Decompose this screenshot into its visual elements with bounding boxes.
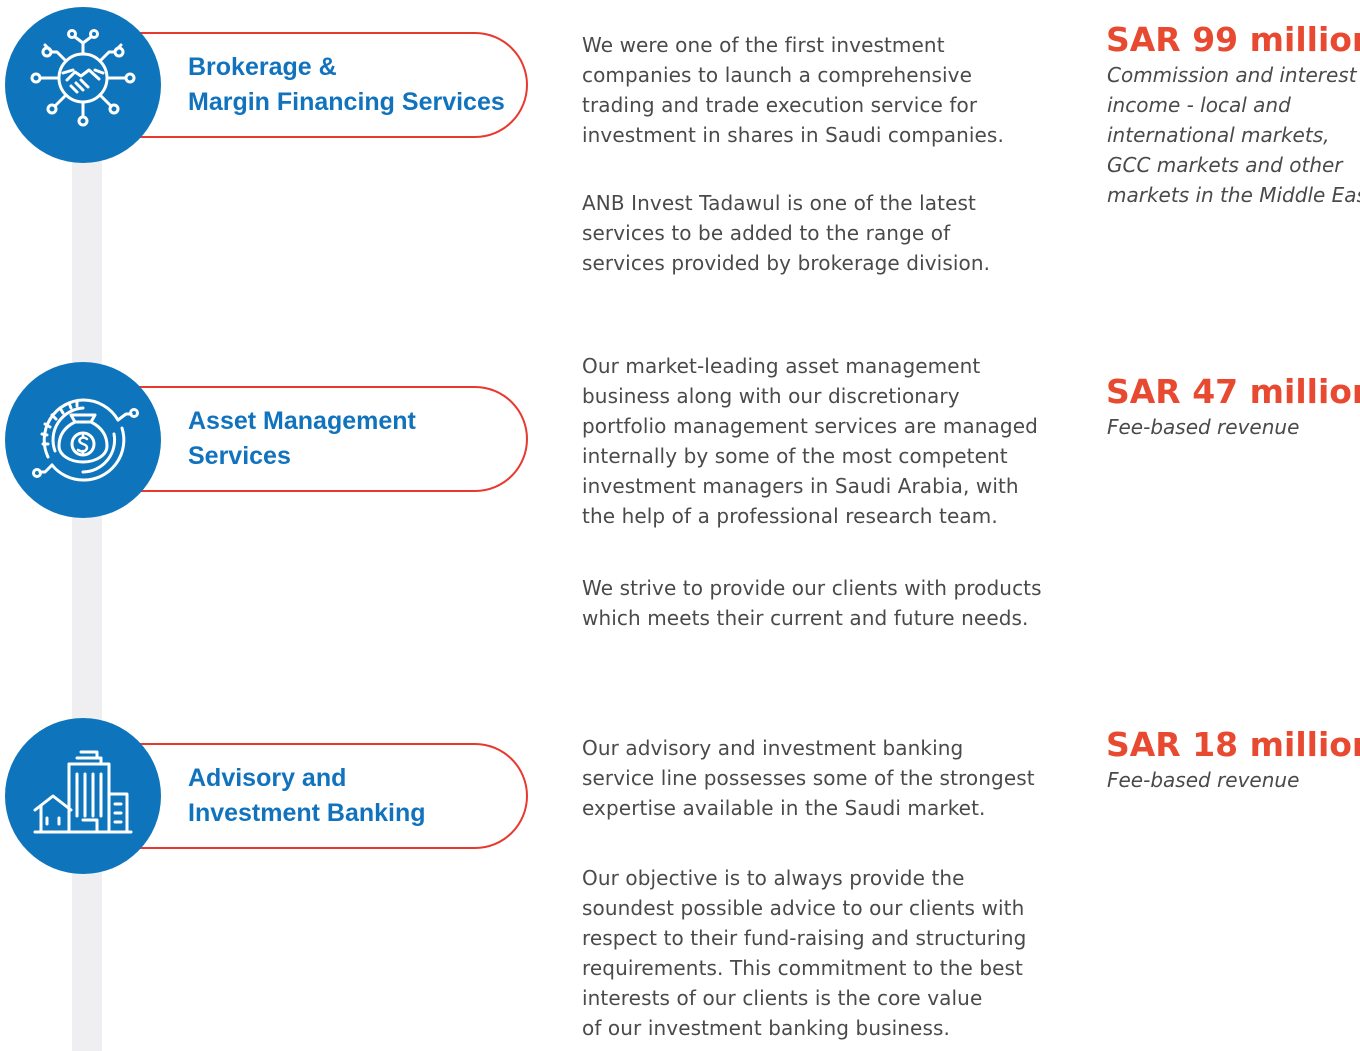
timeline-bar xyxy=(72,140,102,1051)
service-description: We strive to provide our clients with pr… xyxy=(582,573,1102,633)
text-line: investment in shares in Saudi companies. xyxy=(582,123,1004,147)
text-line: requirements. This commitment to the bes… xyxy=(582,956,1024,980)
stat-label-line: international markets, xyxy=(1107,123,1330,147)
text-line: investment managers in Saudi Arabia, wit… xyxy=(582,474,1019,498)
service-title-line: Investment Banking xyxy=(188,799,426,827)
service-icon-circle xyxy=(5,718,161,874)
service-description: Our advisory and investment banking serv… xyxy=(582,733,1102,823)
text-line: business along with our discretionary xyxy=(582,384,960,408)
text-line: the help of a professional research team… xyxy=(582,504,998,528)
text-line: trading and trade execution service for xyxy=(582,93,978,117)
service-title: Asset Management Services xyxy=(188,404,518,474)
stat-label-line: markets in the Middle East xyxy=(1107,183,1360,207)
text-line: Our advisory and investment banking xyxy=(582,736,964,760)
service-icon-circle xyxy=(5,7,161,163)
service-title: Advisory and Investment Banking xyxy=(188,761,518,831)
stat-value: SAR 99 million xyxy=(1106,20,1360,59)
text-line: companies to launch a comprehensive xyxy=(582,63,972,87)
text-line: expertise available in the Saudi market. xyxy=(582,796,986,820)
text-line: Our objective is to always provide the xyxy=(582,866,965,890)
stat-value: SAR 47 million xyxy=(1106,372,1360,411)
stat-value: SAR 18 million xyxy=(1106,725,1360,764)
service-description: Our objective is to always provide the s… xyxy=(582,863,1102,1043)
service-description: ANB Invest Tadawul is one of the latest … xyxy=(582,188,1102,278)
service-title-line: Asset Management xyxy=(188,407,416,435)
service-title-line: Services xyxy=(188,442,291,470)
service-description: Our market-leading asset management busi… xyxy=(582,351,1102,531)
service-title-line: Brokerage & xyxy=(188,53,337,81)
stat-label-line: income - local and xyxy=(1107,93,1291,117)
text-line: ANB Invest Tadawul is one of the latest xyxy=(582,191,976,215)
stat-label-line: Fee-based revenue xyxy=(1107,415,1300,439)
text-line: services provided by brokerage division. xyxy=(582,251,991,275)
text-line: of our investment banking business. xyxy=(582,1016,950,1040)
text-line: respect to their fund-raising and struct… xyxy=(582,926,1027,950)
text-line: which meets their current and future nee… xyxy=(582,606,1029,630)
text-line: We strive to provide our clients with pr… xyxy=(582,576,1042,600)
text-line: internally by some of the most competent xyxy=(582,444,1008,468)
text-line: portfolio management services are manage… xyxy=(582,414,1038,438)
stat-label-line: Commission and interest xyxy=(1107,63,1357,87)
stat-label: Fee-based revenue xyxy=(1107,412,1299,442)
service-description: We were one of the first investment comp… xyxy=(582,30,1102,150)
money-bag-gauge-icon xyxy=(32,398,139,482)
stat-label: Fee-based revenue xyxy=(1107,765,1299,795)
stat-label: Commission and interest income - local a… xyxy=(1107,60,1360,210)
stat-label-line: GCC markets and other xyxy=(1107,153,1343,177)
service-title-line: Margin Financing Services xyxy=(188,88,505,116)
text-line: Our market-leading asset management xyxy=(582,354,981,378)
service-icon-circle xyxy=(5,362,161,518)
handshake-network-icon xyxy=(30,29,136,127)
buildings-icon xyxy=(33,750,133,834)
service-title-line: Advisory and xyxy=(188,764,347,792)
stat-label-line: Fee-based revenue xyxy=(1107,768,1300,792)
text-line: interests of our clients is the core val… xyxy=(582,986,983,1010)
text-line: We were one of the first investment xyxy=(582,33,945,57)
text-line: service line possesses some of the stron… xyxy=(582,766,1035,790)
text-line: services to be added to the range of xyxy=(582,221,951,245)
text-line: soundest possible advice to our clients … xyxy=(582,896,1025,920)
service-title: Brokerage & Margin Financing Services xyxy=(188,50,518,120)
